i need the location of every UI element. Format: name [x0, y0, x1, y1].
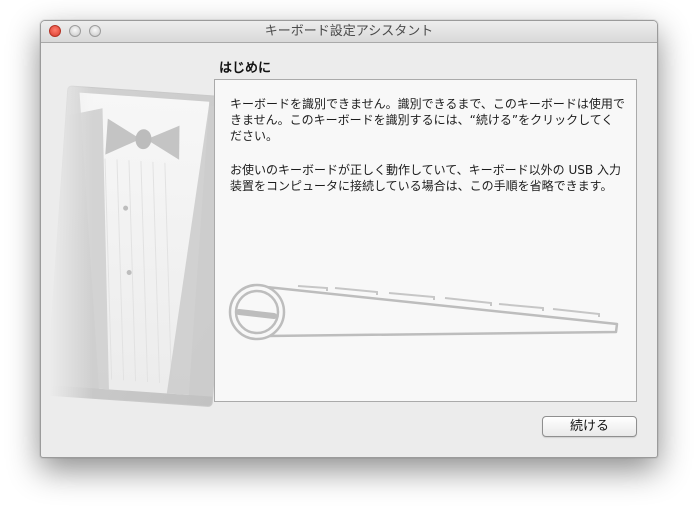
window-title: キーボード設定アシスタント — [264, 24, 434, 39]
assistant-window: キーボード設定アシスタント はじめに キーボードを識別できません。識別できるまで… — [40, 20, 658, 458]
skip-paragraph: お使いのキーボードが正しく動作していて、キーボード以外の USB 入力装置をコン… — [230, 163, 621, 193]
continue-button[interactable]: 続ける — [542, 416, 637, 437]
keyboard-icon — [228, 283, 619, 341]
content-panel: キーボードを識別できません。識別できるまで、このキーボードは使用できません。この… — [214, 79, 637, 402]
page-heading: はじめに — [219, 61, 272, 76]
title-bar[interactable]: キーボード設定アシスタント — [41, 21, 657, 43]
tuxedo-bowtie-icon — [49, 81, 225, 411]
intro-paragraph: キーボードを識別できません。識別できるまで、このキーボードは使用できません。この… — [230, 97, 625, 143]
screen: キーボード設定アシスタント はじめに キーボードを識別できません。識別できるまで… — [0, 0, 696, 516]
